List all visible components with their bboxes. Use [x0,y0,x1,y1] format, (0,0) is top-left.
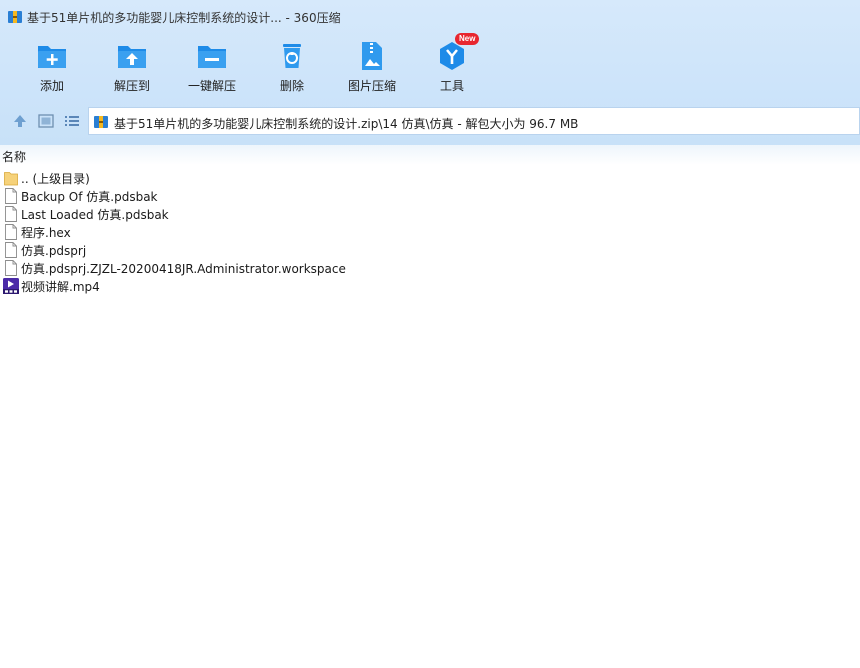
one-click-extract-label: 一键解压 [187,79,236,93]
archive-icon [94,116,108,128]
thumbnail-view-icon[interactable] [37,112,55,130]
app-logo-icon [8,11,22,23]
file-icon [5,260,17,276]
delete-button[interactable]: 删除 [252,36,332,98]
column-name-label: 名称 [2,150,27,164]
add-icon [38,46,66,68]
file-name: .. (上级目录) [21,172,90,186]
list-item[interactable]: 仿真.pdsprj [0,241,860,259]
toolbar: 添加 解压到 一键解压 删除 图片压缩 New 工具 [0,33,860,100]
title-bar: 基于51单片机的多功能婴儿床控制系统的设计... - 360压缩 [0,0,860,32]
list-item[interactable]: 视频讲解.mp4 [0,277,860,295]
image-compress-button[interactable]: 图片压缩 [332,36,412,98]
extract-to-label: 解压到 [113,79,150,93]
up-level-icon[interactable] [11,112,29,130]
delete-label: 删除 [279,79,304,93]
file-name: 程序.hex [21,226,71,240]
image-compress-icon [362,42,382,70]
column-header-name[interactable]: 名称 [0,145,860,165]
file-name: 仿真.pdsprj [21,244,87,258]
list-item[interactable]: Backup Of 仿真.pdsbak [0,187,860,205]
file-icon [5,224,17,240]
new-badge: New [455,33,480,45]
window-chrome: 基于51单片机的多功能婴儿床控制系统的设计... - 360压缩 添加 解压到 [0,0,860,145]
list-item[interactable]: 仿真.pdsprj.ZJZL-20200418JR.Administrator.… [0,259,860,277]
list-view-icon[interactable] [63,112,81,130]
image-compress-label: 图片压缩 [347,79,396,93]
file-name: 视频讲解.mp4 [21,280,100,294]
file-icon [5,242,17,258]
video-file-icon [3,278,19,294]
address-bar[interactable]: 基于51单片机的多功能婴儿床控制系统的设计.zip\14 仿真\仿真 - 解包大… [88,107,860,135]
list-item[interactable]: Last Loaded 仿真.pdsbak [0,205,860,223]
add-button[interactable]: 添加 [12,36,92,98]
file-name: Last Loaded 仿真.pdsbak [21,208,169,222]
file-name: Backup Of 仿真.pdsbak [21,190,158,204]
list-item-parent-directory[interactable]: .. (上级目录) [0,169,860,187]
file-name: 仿真.pdsprj.ZJZL-20200418JR.Administrator.… [21,262,346,276]
tools-label: 工具 [439,79,464,93]
file-icon [5,206,17,222]
tools-button[interactable]: New 工具 [412,33,492,98]
folder-icon [4,172,18,186]
one-click-extract-button[interactable]: 一键解压 [172,36,252,98]
extract-to-button[interactable]: 解压到 [92,36,172,98]
address-path: 基于51单片机的多功能婴儿床控制系统的设计.zip\14 仿真\仿真 - 解包大… [114,117,579,131]
delete-icon [283,44,301,68]
add-label: 添加 [39,79,64,93]
navigation-row: 基于51单片机的多功能婴儿床控制系统的设计.zip\14 仿真\仿真 - 解包大… [0,106,860,136]
one-click-extract-icon [198,46,226,68]
window-title: 基于51单片机的多功能婴儿床控制系统的设计... - 360压缩 [27,11,341,25]
file-icon [5,188,17,204]
list-item[interactable]: 程序.hex [0,223,860,241]
extract-to-icon [118,46,146,68]
